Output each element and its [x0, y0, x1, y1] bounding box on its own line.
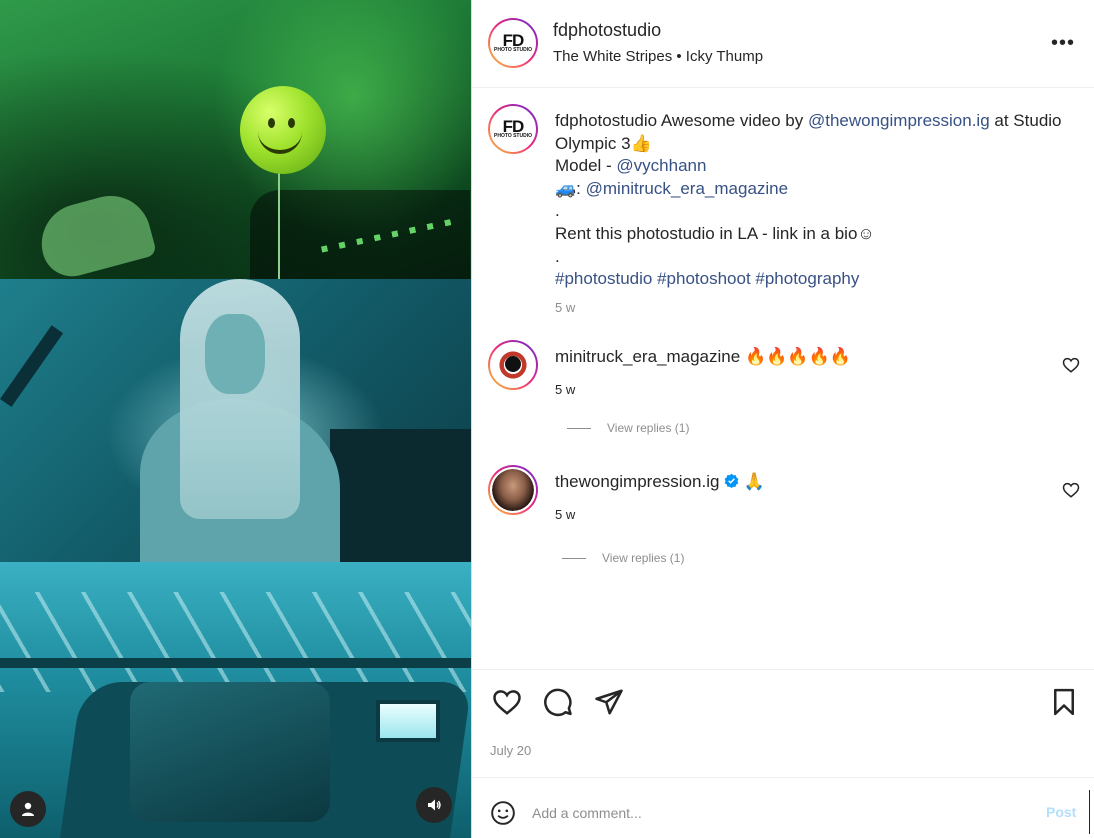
author-username[interactable]: fdphotostudio	[553, 20, 661, 41]
video-frame-3	[0, 562, 471, 838]
comment-time[interactable]: 5 w	[555, 507, 575, 522]
comment: minitruck_era_magazine 🔥🔥🔥🔥🔥	[555, 347, 851, 367]
caption-text: .	[555, 246, 560, 266]
like-comment-heart-icon[interactable]	[1062, 481, 1080, 499]
comment-username[interactable]: minitruck_era_magazine	[555, 347, 740, 366]
caption-text: Model -	[555, 156, 617, 176]
video-frame-2	[0, 279, 471, 562]
caption-text: .	[555, 201, 560, 221]
profile-photo	[492, 469, 534, 511]
author-avatar[interactable]: FD PHOTO STUDIO	[488, 18, 538, 68]
post-sidebar: FD PHOTO STUDIO fdphotostudio The White S…	[471, 0, 1094, 838]
heart-icon[interactable]	[492, 687, 522, 717]
magazine-logo	[492, 344, 534, 386]
like-comment-heart-icon[interactable]	[1062, 356, 1080, 374]
commenter-avatar[interactable]	[488, 465, 538, 515]
video-frame-1	[0, 0, 471, 279]
caption-avatar[interactable]: FD PHOTO STUDIO	[488, 104, 538, 154]
caption: fdphotostudio Awesome video by @thewongi…	[555, 110, 1075, 319]
audio-toggle-button[interactable]	[416, 787, 452, 823]
view-replies-button[interactable]: View replies (1)	[567, 421, 689, 435]
car-emoji: 🚙	[555, 178, 577, 198]
caption-text: Awesome video by	[657, 111, 808, 130]
user-tag-icon	[22, 802, 34, 816]
fd-logo: FD PHOTO STUDIO	[494, 31, 532, 54]
more-icon[interactable]: •••	[1051, 32, 1075, 55]
post-media[interactable]	[0, 0, 471, 838]
comment: thewongimpression.ig 🙏	[555, 472, 765, 492]
post-comment-button[interactable]: Post	[1046, 804, 1076, 820]
mention-link[interactable]: @minitruck_era_magazine	[586, 179, 788, 198]
hashtags[interactable]: #photostudio #photoshoot #photography	[555, 269, 859, 288]
mention-link[interactable]: @thewongimpression.ig	[808, 111, 990, 130]
view-replies-label: View replies (1)	[602, 551, 685, 565]
view-replies-label: View replies (1)	[607, 421, 690, 435]
caption-username[interactable]: fdphotostudio	[555, 111, 657, 130]
post-actions: July 20	[472, 669, 1094, 777]
volume-icon	[428, 799, 441, 811]
bookmark-icon[interactable]	[1049, 687, 1079, 717]
verified-badge-icon	[724, 473, 739, 488]
add-comment-bar: Post	[472, 777, 1094, 838]
caption-text: :	[576, 178, 586, 198]
comment-text: 🔥🔥🔥🔥🔥	[744, 347, 851, 366]
post-date[interactable]: July 20	[490, 743, 531, 758]
comment-text: 🙏	[743, 472, 766, 491]
text-cursor	[1089, 790, 1090, 834]
post-header: FD PHOTO STUDIO fdphotostudio The White S…	[472, 0, 1094, 88]
caption-text: Rent this photostudio in LA - link in a …	[555, 223, 875, 243]
caption-time[interactable]: 5 w	[555, 297, 1075, 320]
comment-icon[interactable]	[543, 687, 573, 717]
fd-logo: FD PHOTO STUDIO	[494, 117, 532, 140]
comment-username[interactable]: thewongimpression.ig	[555, 472, 719, 491]
mention-link[interactable]: @vychhann	[616, 156, 706, 175]
comment-time[interactable]: 5 w	[555, 382, 575, 397]
emoji-icon[interactable]	[490, 800, 516, 826]
view-replies-button[interactable]: View replies (1)	[562, 551, 684, 565]
add-comment-input[interactable]	[530, 799, 1014, 827]
audio-track[interactable]: The White Stripes • Icky Thump	[553, 48, 763, 65]
share-icon[interactable]	[594, 687, 624, 717]
tagged-users-button[interactable]	[10, 791, 46, 827]
commenter-avatar[interactable]	[488, 340, 538, 390]
smiley-balloon	[240, 86, 326, 174]
